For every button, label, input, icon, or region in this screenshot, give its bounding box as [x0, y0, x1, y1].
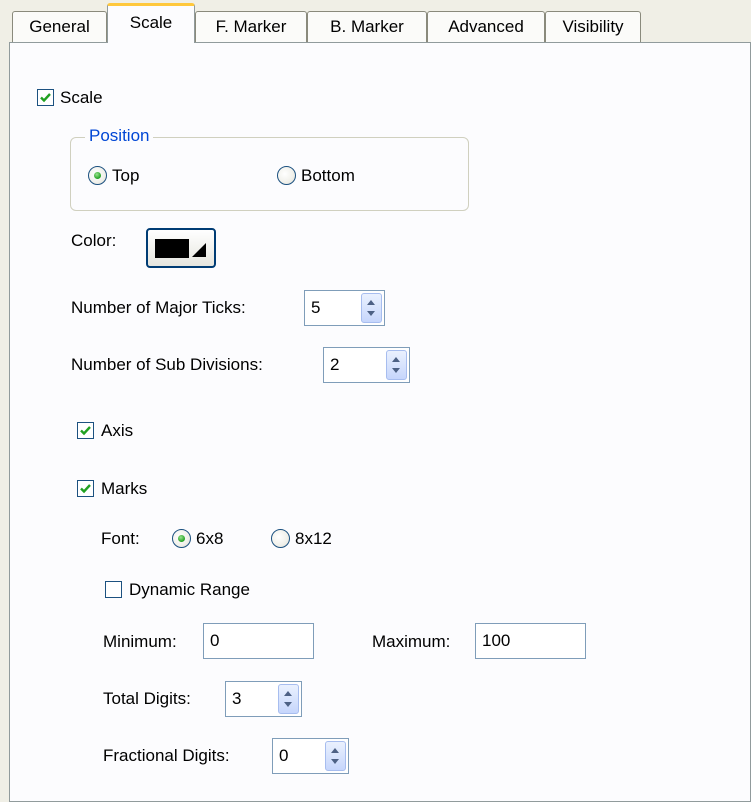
tab-general[interactable]: General [12, 11, 107, 42]
dropdown-arrow-icon [192, 243, 206, 257]
color-label: Color: [71, 231, 117, 250]
spin-buttons[interactable] [386, 350, 407, 380]
axis-checkbox[interactable] [77, 422, 94, 439]
color-swatch [155, 239, 189, 258]
font-label: Font: [101, 529, 140, 548]
fractional-digits-label: Fractional Digits: [103, 746, 230, 765]
fractional-digits-spinner[interactable]: 0 [272, 738, 349, 774]
spin-down-icon[interactable] [284, 702, 292, 707]
spin-up-icon[interactable] [392, 357, 400, 362]
maximum-value: 100 [482, 631, 511, 650]
spin-buttons[interactable] [278, 684, 299, 714]
spin-buttons[interactable] [325, 741, 346, 771]
scale-checkbox[interactable] [37, 89, 54, 106]
scale-label: Scale [60, 88, 103, 107]
marks-checkbox[interactable] [77, 480, 94, 497]
radio-selected-dot [178, 535, 185, 542]
position-top-radio[interactable] [88, 166, 107, 185]
tab-f-marker[interactable]: F. Marker [195, 11, 307, 42]
spin-down-icon[interactable] [367, 311, 375, 316]
minimum-input[interactable]: 0 [203, 623, 314, 659]
major-ticks-label: Number of Major Ticks: [71, 298, 246, 317]
sub-divisions-value: 2 [330, 355, 340, 374]
tab-advanced[interactable]: Advanced [427, 11, 545, 42]
fractional-digits-value: 0 [279, 746, 289, 765]
position-top-label: Top [112, 166, 140, 185]
tab-b-marker[interactable]: B. Marker [307, 11, 427, 42]
spin-up-icon[interactable] [284, 691, 292, 696]
position-bottom-label: Bottom [301, 166, 355, 185]
spin-down-icon[interactable] [331, 759, 339, 764]
dynamic-range-checkbox[interactable] [105, 581, 122, 598]
minimum-label: Minimum: [103, 632, 177, 651]
font-6x8-radio[interactable] [172, 529, 191, 548]
font-6x8-label: 6x8 [196, 529, 224, 548]
check-icon [40, 93, 51, 103]
font-8x12-radio[interactable] [271, 529, 290, 548]
spin-up-icon[interactable] [331, 748, 339, 753]
maximum-input[interactable]: 100 [475, 623, 586, 659]
maximum-label: Maximum: [372, 632, 451, 651]
position-bottom-radio[interactable] [277, 166, 296, 185]
radio-selected-dot [94, 172, 101, 179]
sub-divisions-spinner[interactable]: 2 [323, 347, 410, 383]
total-digits-value: 3 [232, 689, 242, 708]
tab-scale[interactable]: Scale [107, 3, 195, 43]
spin-buttons[interactable] [361, 293, 382, 323]
position-group-title: Position [85, 126, 154, 146]
spin-up-icon[interactable] [367, 300, 375, 305]
check-icon [80, 484, 91, 494]
minimum-value: 0 [210, 631, 220, 650]
font-8x12-label: 8x12 [295, 529, 332, 548]
total-digits-label: Total Digits: [103, 689, 191, 708]
tab-visibility[interactable]: Visibility [545, 11, 641, 42]
spin-down-icon[interactable] [392, 368, 400, 373]
axis-label: Axis [101, 421, 134, 440]
total-digits-spinner[interactable]: 3 [225, 681, 302, 717]
marks-label: Marks [101, 479, 148, 498]
major-ticks-value: 5 [311, 298, 321, 317]
check-icon [80, 426, 91, 436]
color-picker-button[interactable] [146, 228, 216, 268]
dynamic-range-label: Dynamic Range [129, 580, 250, 599]
major-ticks-spinner[interactable]: 5 [304, 290, 385, 326]
sub-divisions-label: Number of Sub Divisions: [71, 355, 263, 374]
